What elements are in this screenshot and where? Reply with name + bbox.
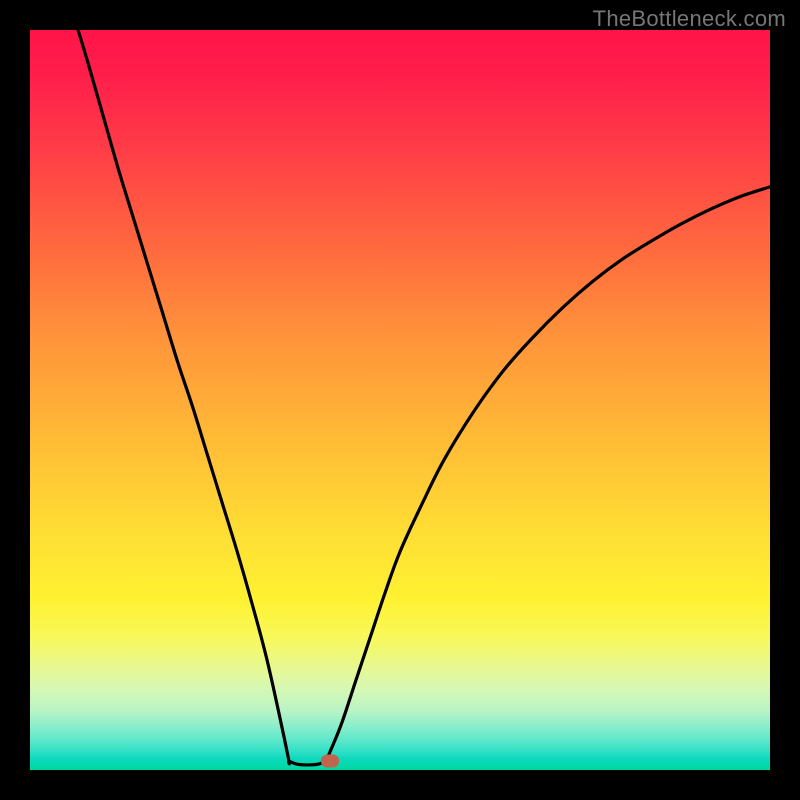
watermark-text: TheBottleneck.com	[593, 6, 786, 32]
minimum-marker	[321, 755, 339, 768]
chart-frame: TheBottleneck.com	[0, 0, 800, 800]
plot-area	[30, 30, 770, 770]
curve-line	[78, 30, 770, 765]
curve-svg	[30, 30, 770, 770]
